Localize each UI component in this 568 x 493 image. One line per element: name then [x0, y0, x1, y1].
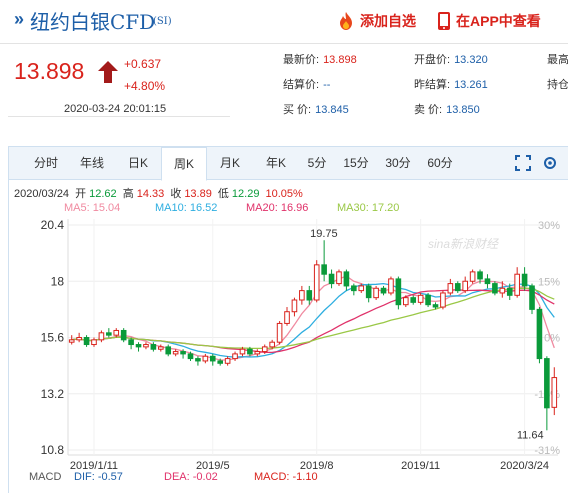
candle-body	[336, 271, 342, 285]
watermark: sina新浪财经	[428, 237, 500, 251]
candle-body	[306, 290, 313, 301]
candle-body	[469, 271, 476, 282]
candle-body	[425, 294, 431, 306]
candle-body	[68, 339, 75, 343]
candle-body	[254, 351, 261, 355]
candle-body	[410, 297, 417, 303]
macd-dea: DEA: -0.02	[164, 471, 218, 483]
candlestick-chart: 20.430%1815%15.60%13.2-15%10.8-31%sina新浪…	[41, 218, 561, 472]
right-tick-label: 30%	[538, 220, 560, 232]
candle-body	[98, 332, 105, 341]
candle-body	[544, 358, 550, 409]
y-tick-label: 18	[51, 274, 65, 288]
candle-body	[180, 351, 186, 355]
candle-body	[91, 339, 97, 346]
candle-body	[291, 299, 298, 313]
candle-body	[187, 353, 194, 360]
candle-body	[521, 273, 528, 287]
macd-value: MACD: -1.10	[254, 471, 318, 483]
candle-body	[343, 271, 350, 287]
y-tick-label: 13.2	[41, 387, 65, 401]
candle-body	[440, 292, 446, 308]
candle-body	[388, 278, 394, 294]
candle-body	[492, 283, 498, 294]
x-tick-label: 2019/11	[401, 460, 440, 472]
candle-body	[313, 264, 320, 301]
candle-body	[158, 346, 164, 350]
candle-body	[232, 353, 238, 360]
candle-body	[247, 348, 253, 355]
y-tick-label: 15.6	[41, 331, 65, 345]
candle-body	[150, 344, 157, 350]
candle-body	[321, 264, 327, 275]
candle-body	[351, 285, 357, 292]
candle-body	[113, 329, 120, 336]
candle-body	[269, 341, 275, 348]
candle-body	[373, 287, 379, 299]
candle-body	[499, 287, 506, 294]
macd-label: MACD	[29, 471, 62, 483]
max-label: 19.75	[310, 228, 338, 240]
candle-body	[529, 285, 535, 310]
candle-body	[514, 273, 520, 296]
candle-body	[551, 377, 558, 408]
candle-body	[447, 283, 454, 294]
macd-dif: DIF: -0.57	[74, 471, 123, 483]
candle-body	[83, 337, 90, 346]
candle-body	[365, 285, 372, 299]
candle-body	[276, 322, 283, 343]
min-label: 11.64	[517, 429, 544, 441]
candle-body	[165, 346, 172, 355]
candle-body	[120, 329, 127, 341]
candle-body	[328, 273, 335, 285]
candle-body	[462, 280, 468, 292]
candle-body	[135, 344, 142, 348]
candle-body	[172, 351, 179, 355]
y-tick-label: 20.4	[41, 218, 65, 232]
candle-body	[143, 344, 149, 348]
ma5-line	[71, 275, 555, 361]
candle-body	[484, 278, 491, 285]
candle-body	[284, 311, 290, 324]
candle-body	[299, 290, 305, 301]
candle-body	[536, 308, 543, 360]
candle-body	[128, 339, 134, 346]
candle-body	[261, 346, 268, 353]
candle-body	[395, 278, 402, 306]
candle-body	[417, 294, 424, 303]
candle-body	[209, 355, 216, 362]
x-tick-label: 2020/3/24	[500, 460, 549, 472]
candle-body	[195, 358, 201, 362]
candle-body	[432, 304, 439, 308]
candle-body	[202, 355, 209, 362]
right-tick-label: 15%	[538, 276, 560, 288]
candle-body	[358, 285, 365, 292]
candle-body	[76, 337, 82, 341]
candle-body	[239, 348, 246, 355]
candle-body	[224, 358, 231, 364]
candle-body	[403, 297, 409, 306]
candle-body	[217, 360, 223, 364]
candle-body	[380, 287, 387, 294]
candle-body	[454, 283, 461, 292]
candle-body	[106, 332, 112, 336]
y-tick-label: 10.8	[41, 443, 65, 457]
candle-body	[477, 271, 483, 280]
candle-body	[506, 287, 513, 296]
